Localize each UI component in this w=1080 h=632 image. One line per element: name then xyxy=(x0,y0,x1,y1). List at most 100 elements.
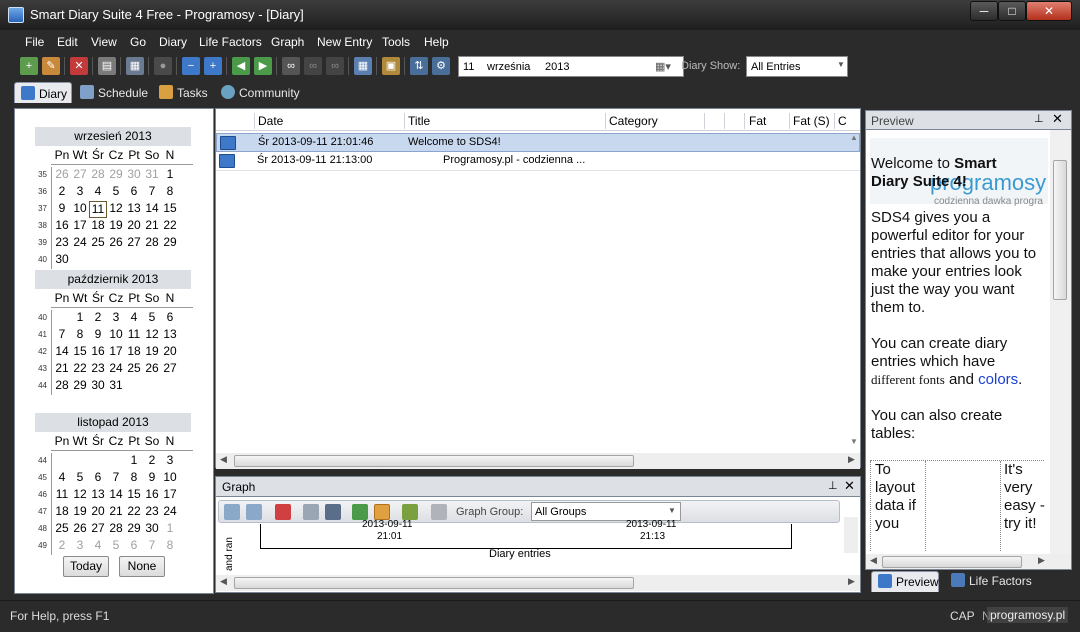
day-view-icon[interactable]: ▣ xyxy=(382,57,400,75)
scroll-right-icon[interactable]: ▶ xyxy=(848,576,855,587)
calendar-day[interactable]: 30 xyxy=(143,521,161,538)
line-chart-icon[interactable] xyxy=(374,504,390,520)
calendar-day[interactable]: 31 xyxy=(143,167,161,184)
menu-view[interactable]: View xyxy=(91,35,117,49)
sort-icon[interactable]: ⇅ xyxy=(410,57,428,75)
calendar-day[interactable]: 8 xyxy=(71,327,89,344)
column-date[interactable]: Date xyxy=(258,114,283,128)
menu-new-entry[interactable]: New Entry xyxy=(317,35,372,49)
calendar-day[interactable]: 10 xyxy=(107,327,125,344)
column-c[interactable]: C xyxy=(838,114,847,128)
calendar-day[interactable]: 5 xyxy=(143,310,161,327)
zoom-in-icon[interactable] xyxy=(224,504,240,520)
calendar-day[interactable]: 12 xyxy=(71,487,89,504)
find-prev-icon[interactable]: ∞ xyxy=(326,57,344,75)
pin-icon[interactable]: ⊥ xyxy=(828,479,838,492)
tab-life-factors[interactable]: Life Factors xyxy=(945,571,1038,592)
calendar-day[interactable]: 21 xyxy=(53,361,71,378)
calendar-day[interactable]: 16 xyxy=(143,487,161,504)
copy-icon[interactable] xyxy=(303,504,319,520)
calendar-day[interactable]: 18 xyxy=(53,504,71,521)
calendar-day[interactable]: 31 xyxy=(107,378,125,395)
calendar-day[interactable]: 5 xyxy=(107,184,125,201)
menu-tools[interactable]: Tools xyxy=(382,35,410,49)
pin-icon[interactable] xyxy=(275,504,291,520)
date-picker[interactable]: 11 września 2013 ▦▾ xyxy=(458,56,684,77)
calendar-day[interactable]: 19 xyxy=(143,344,161,361)
calendar-day[interactable]: 18 xyxy=(89,218,107,235)
calendar-day[interactable]: 17 xyxy=(107,344,125,361)
calendar-day[interactable]: 29 xyxy=(161,235,179,252)
calendar-day[interactable]: 4 xyxy=(89,184,107,201)
calendar-day[interactable]: 11 xyxy=(53,487,71,504)
calendar-day[interactable]: 18 xyxy=(125,344,143,361)
calendar-day[interactable]: 16 xyxy=(89,344,107,361)
calendar-day[interactable]: 1 xyxy=(125,453,143,470)
calendar-day[interactable]: 19 xyxy=(71,504,89,521)
calendar-day[interactable]: 15 xyxy=(161,201,179,218)
calendar-day[interactable]: 2 xyxy=(53,538,71,555)
calendar-day[interactable]: 16 xyxy=(53,218,71,235)
tab-community[interactable]: Community xyxy=(215,82,306,103)
calendar-day[interactable]: 17 xyxy=(161,487,179,504)
scroll-left-icon[interactable]: ◀ xyxy=(220,454,227,465)
calendar-day[interactable]: 14 xyxy=(53,344,71,361)
calendar-day[interactable]: 2 xyxy=(53,184,71,201)
entries-hscroll[interactable]: ◀ ▶ xyxy=(216,453,860,469)
scroll-left-icon[interactable]: ◀ xyxy=(870,555,877,566)
calendar-day[interactable]: 27 xyxy=(89,521,107,538)
calendar-day[interactable]: 17 xyxy=(71,218,89,235)
print-icon[interactable]: ▤ xyxy=(98,57,116,75)
calendar-day[interactable]: 1 xyxy=(161,521,179,538)
scroll-down-icon[interactable]: ▼ xyxy=(850,437,858,446)
calendar-day[interactable]: 23 xyxy=(89,361,107,378)
calendar-day[interactable]: 22 xyxy=(161,218,179,235)
calendar-day[interactable]: 2 xyxy=(143,453,161,470)
calendar-day[interactable]: 14 xyxy=(107,487,125,504)
calendar-day[interactable]: 6 xyxy=(89,470,107,487)
menu-life-factors[interactable]: Life Factors xyxy=(199,35,262,49)
calendar-day[interactable]: 4 xyxy=(89,538,107,555)
calendar-day[interactable]: 22 xyxy=(71,361,89,378)
calendar-day[interactable]: 6 xyxy=(125,538,143,555)
calendar-day[interactable]: 3 xyxy=(161,453,179,470)
calendar-day[interactable]: 7 xyxy=(53,327,71,344)
scroll-right-icon[interactable]: ▶ xyxy=(1038,555,1045,566)
scroll-up-icon[interactable]: ▲ xyxy=(850,133,858,142)
print-icon[interactable] xyxy=(431,504,447,520)
calendar-day[interactable]: 21 xyxy=(107,504,125,521)
calendar-day[interactable]: 28 xyxy=(143,235,161,252)
calendar-day[interactable]: 13 xyxy=(89,487,107,504)
calendar-day[interactable]: 6 xyxy=(161,310,179,327)
calendar-day[interactable]: 7 xyxy=(143,184,161,201)
find-next-icon[interactable]: ∞ xyxy=(304,57,322,75)
menu-graph[interactable]: Graph xyxy=(271,35,304,49)
calendar-day[interactable]: 13 xyxy=(125,201,143,218)
calendar-day[interactable]: 9 xyxy=(143,470,161,487)
calendar-day[interactable]: 3 xyxy=(107,310,125,327)
tab-tasks[interactable]: Tasks xyxy=(153,82,214,103)
calendar-day[interactable]: 26 xyxy=(107,235,125,252)
menu-help[interactable]: Help xyxy=(424,35,449,49)
calendar-view-icon[interactable]: ▦ xyxy=(354,57,372,75)
find-icon[interactable]: ∞ xyxy=(282,57,300,75)
scroll-thumb[interactable] xyxy=(234,577,634,589)
calendar-day[interactable]: 29 xyxy=(107,167,125,184)
calendar-day[interactable]: 5 xyxy=(71,470,89,487)
calendar-day[interactable]: 25 xyxy=(53,521,71,538)
column-category[interactable]: Category xyxy=(609,114,658,128)
tab-preview[interactable]: Preview xyxy=(871,571,939,592)
calendar-day[interactable]: 23 xyxy=(143,504,161,521)
diary-show-select[interactable]: All Entries ▼ xyxy=(746,56,848,77)
table-row[interactable]: Śr 2013-09-11 21:13:00 Programosy.pl - c… xyxy=(216,152,860,171)
scroll-thumb[interactable] xyxy=(1053,160,1067,300)
minimize-button[interactable]: ─ xyxy=(970,1,998,21)
calendar-day[interactable]: 4 xyxy=(53,470,71,487)
scroll-thumb[interactable] xyxy=(234,455,634,467)
calendar-day[interactable]: 26 xyxy=(53,167,71,184)
table-row[interactable]: Śr 2013-09-11 21:01:46 Welcome to SDS4! xyxy=(216,133,860,152)
close-button[interactable]: ✕ xyxy=(1026,1,1072,21)
save-icon[interactable] xyxy=(325,504,341,520)
calendar-day[interactable]: 29 xyxy=(71,378,89,395)
menu-diary[interactable]: Diary xyxy=(159,35,187,49)
